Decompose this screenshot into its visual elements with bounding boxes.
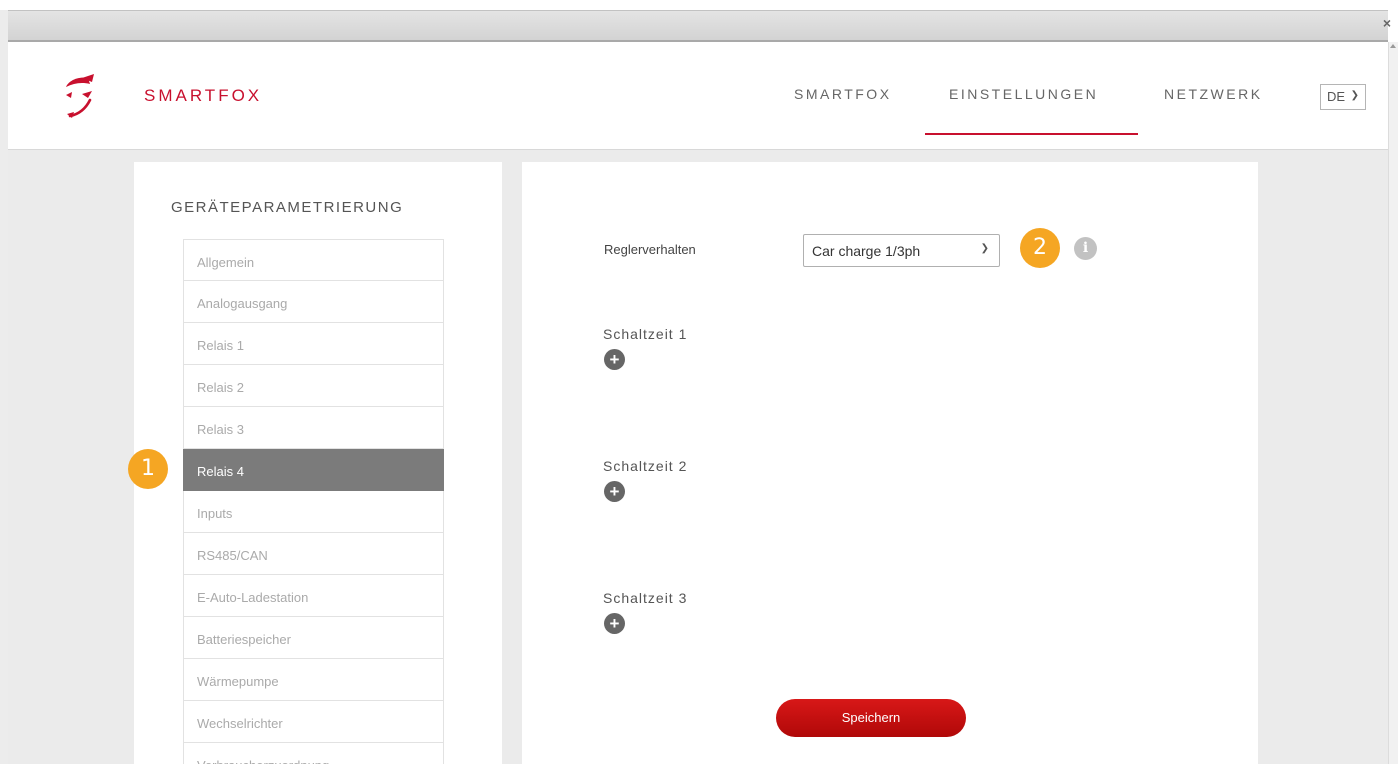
main-panel: Reglerverhalten Car charge 1/3ph ❯ i Sch… bbox=[522, 162, 1258, 764]
nav-netzwerk[interactable]: NETZWERK bbox=[1164, 86, 1263, 102]
window-titlebar bbox=[8, 10, 1388, 42]
language-value: DE bbox=[1327, 89, 1346, 104]
scroll-up-arrow-icon[interactable] bbox=[1390, 44, 1396, 48]
sidebar-item-batteriespeicher[interactable]: Batteriespeicher bbox=[183, 617, 444, 659]
sidebar-item-analogausgang[interactable]: Analogausgang bbox=[183, 281, 444, 323]
regler-label: Reglerverhalten bbox=[604, 242, 696, 257]
smartfox-logo bbox=[66, 74, 94, 118]
sidebar: GERÄTEPARAMETRIERUNG Allgemein Analogaus… bbox=[134, 162, 502, 764]
brand-name: SMARTFOX bbox=[144, 86, 263, 105]
header: SMARTFOX SMARTFOX EINSTELLUNGEN NETZWERK… bbox=[8, 42, 1388, 150]
regler-select[interactable]: Car charge 1/3ph ❯ bbox=[803, 234, 1000, 267]
scrollbar[interactable] bbox=[1388, 42, 1398, 764]
sidebar-item-allgemein[interactable]: Allgemein bbox=[183, 239, 444, 281]
sidebar-item-verbraucherzuordnung[interactable]: Verbraucherzuordnung bbox=[183, 743, 444, 764]
info-icon[interactable]: i bbox=[1074, 237, 1097, 260]
sidebar-title: GERÄTEPARAMETRIERUNG bbox=[171, 199, 404, 216]
add-schaltzeit-3-icon[interactable]: + bbox=[604, 613, 625, 634]
sidebar-item-e-auto-ladestation[interactable]: E-Auto-Ladestation bbox=[183, 575, 444, 617]
schaltzeit-2-label: Schaltzeit 2 bbox=[603, 458, 688, 474]
sidebar-item-relais-1[interactable]: Relais 1 bbox=[183, 323, 444, 365]
chevron-down-icon: ❯ bbox=[1350, 90, 1359, 101]
regler-value: Car charge 1/3ph bbox=[812, 243, 921, 259]
sidebar-item-relais-3[interactable]: Relais 3 bbox=[183, 407, 444, 449]
chevron-down-icon: ❯ bbox=[980, 243, 989, 254]
sidebar-item-relais-4[interactable]: Relais 4 bbox=[183, 449, 444, 491]
close-icon[interactable]: × bbox=[1378, 14, 1396, 34]
nav-smartfox[interactable]: SMARTFOX bbox=[794, 86, 892, 102]
sidebar-item-relais-2[interactable]: Relais 2 bbox=[183, 365, 444, 407]
sidebar-item-rs485-can[interactable]: RS485/CAN bbox=[183, 533, 444, 575]
add-schaltzeit-1-icon[interactable]: + bbox=[604, 349, 625, 370]
nav-einstellungen[interactable]: EINSTELLUNGEN bbox=[949, 86, 1098, 102]
sidebar-menu: Allgemein Analogausgang Relais 1 Relais … bbox=[183, 239, 444, 764]
nav-active-underline bbox=[925, 133, 1138, 135]
schaltzeit-1-label: Schaltzeit 1 bbox=[603, 326, 688, 342]
schaltzeit-3-label: Schaltzeit 3 bbox=[603, 590, 688, 606]
sidebar-item-wechselrichter[interactable]: Wechselrichter bbox=[183, 701, 444, 743]
language-select[interactable]: DE ❯ bbox=[1320, 84, 1366, 110]
annotation-badge-2: 2 bbox=[1020, 228, 1060, 268]
annotation-badge-1: 1 bbox=[128, 449, 168, 489]
sidebar-item-waermepumpe[interactable]: Wärmepumpe bbox=[183, 659, 444, 701]
top-strip bbox=[0, 0, 1398, 10]
app: SMARTFOX SMARTFOX EINSTELLUNGEN NETZWERK… bbox=[8, 42, 1388, 764]
sidebar-item-inputs[interactable]: Inputs bbox=[183, 491, 444, 533]
left-edge bbox=[0, 10, 8, 764]
add-schaltzeit-2-icon[interactable]: + bbox=[604, 481, 625, 502]
save-button[interactable]: Speichern bbox=[776, 699, 966, 737]
